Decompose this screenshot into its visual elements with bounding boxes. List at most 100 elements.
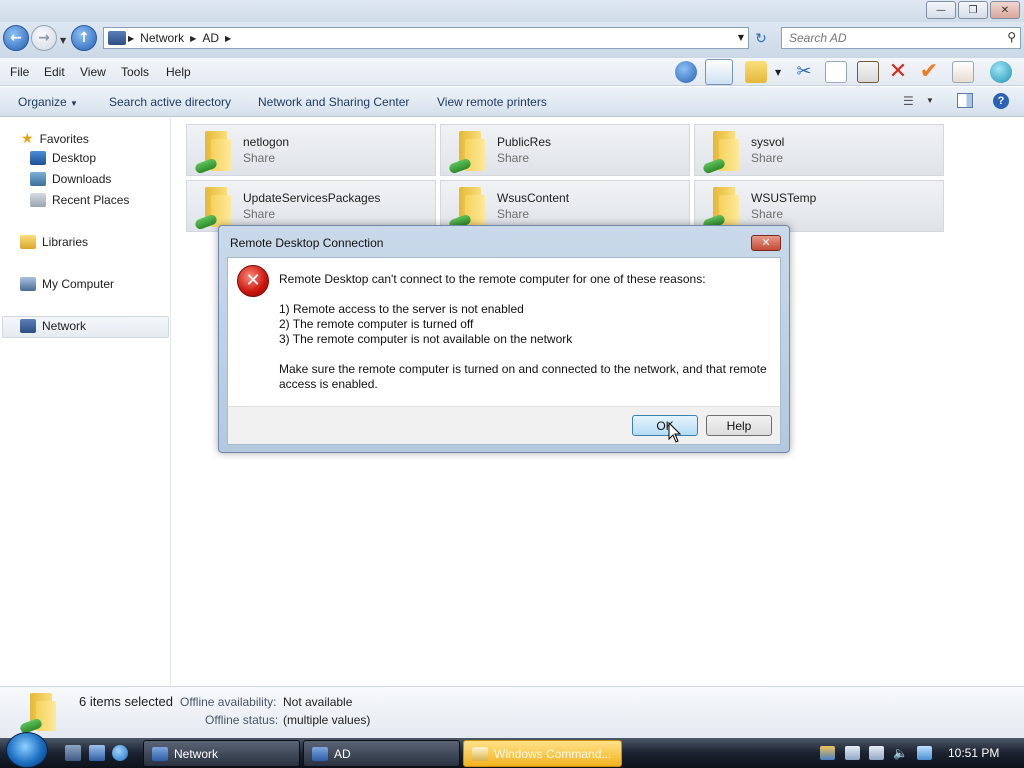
clock[interactable]: 10:51 PM bbox=[948, 746, 999, 760]
copy-icon[interactable] bbox=[825, 61, 847, 83]
folder-check-icon[interactable] bbox=[745, 61, 767, 83]
share-name: UpdateServicesPackages bbox=[243, 191, 381, 205]
delete-icon[interactable]: ✕ bbox=[887, 61, 909, 83]
offline-status-value: (multiple values) bbox=[283, 713, 371, 727]
share-type: Share bbox=[243, 207, 276, 221]
shared-folder-icon bbox=[193, 131, 233, 175]
caption-buttons: — ❐ ✕ bbox=[926, 1, 1020, 19]
nav-recent-places[interactable]: Recent Places bbox=[30, 193, 129, 207]
nav-favorites[interactable]: ★ Favorites bbox=[21, 130, 89, 147]
breadcrumb-network[interactable]: Network bbox=[140, 31, 184, 45]
tray-network-icon[interactable] bbox=[845, 746, 860, 760]
cut-icon[interactable]: ✂ bbox=[793, 61, 815, 83]
paste-icon[interactable] bbox=[857, 61, 879, 83]
search-box[interactable]: ⚲ bbox=[781, 27, 1021, 49]
up-arrow-icon[interactable] bbox=[675, 61, 697, 83]
navigation-pane: ★ Favorites Desktop Downloads Recent Pla… bbox=[0, 118, 171, 686]
help-button[interactable]: Help bbox=[706, 415, 772, 436]
share-tile[interactable]: PublicRes Share bbox=[440, 124, 690, 176]
tray-display-icon[interactable] bbox=[869, 746, 884, 760]
switch-windows-icon[interactable] bbox=[89, 745, 105, 761]
search-ad-button[interactable]: Search active directory bbox=[109, 95, 231, 109]
dialog-close-button[interactable]: ✕ bbox=[751, 235, 781, 251]
nav-downloads[interactable]: Downloads bbox=[30, 172, 111, 186]
share-tile[interactable]: netlogon Share bbox=[186, 124, 436, 176]
menu-file[interactable]: File bbox=[10, 65, 29, 79]
taskbar-command[interactable]: Windows Command... bbox=[463, 740, 622, 767]
checkmark-icon[interactable]: ✔ bbox=[918, 61, 940, 83]
taskbar-network[interactable]: Network bbox=[143, 740, 300, 767]
share-name: sysvol bbox=[751, 135, 785, 149]
tray-security-icon[interactable] bbox=[917, 746, 932, 760]
internet-explorer-icon[interactable] bbox=[112, 745, 128, 761]
preview-pane-icon[interactable] bbox=[957, 93, 973, 108]
address-dropdown-icon[interactable]: ▼ bbox=[738, 33, 744, 42]
mouse-cursor-icon bbox=[668, 422, 682, 443]
show-desktop-icon[interactable] bbox=[65, 745, 81, 761]
breadcrumb-ad[interactable]: AD bbox=[202, 31, 219, 45]
chevron-down-icon[interactable]: ▼ bbox=[926, 96, 934, 105]
history-dropdown-icon[interactable]: ▼ bbox=[60, 36, 66, 45]
taskbar-ad[interactable]: AD bbox=[303, 740, 460, 767]
ok-button[interactable]: OK bbox=[632, 415, 698, 436]
remote-printers-button[interactable]: View remote printers bbox=[437, 95, 547, 109]
recent-places-icon bbox=[30, 193, 46, 207]
search-input[interactable] bbox=[782, 28, 982, 48]
menu-edit[interactable]: Edit bbox=[44, 65, 65, 79]
nav-my-computer[interactable]: My Computer bbox=[20, 277, 114, 291]
network-icon bbox=[108, 31, 126, 45]
tray-update-icon[interactable] bbox=[820, 746, 835, 760]
chevron-right-icon[interactable]: ▶ bbox=[225, 34, 231, 43]
forward-button[interactable]: → bbox=[31, 25, 57, 51]
volume-icon[interactable]: 🔈 bbox=[893, 746, 908, 760]
restore-button[interactable]: ❐ bbox=[958, 1, 988, 19]
nav-desktop[interactable]: Desktop bbox=[30, 151, 96, 165]
network-center-button[interactable]: Network and Sharing Center bbox=[258, 95, 409, 109]
network-icon bbox=[312, 746, 328, 761]
nav-recent-label: Recent Places bbox=[52, 193, 130, 207]
nav-libraries[interactable]: Libraries bbox=[20, 235, 88, 249]
address-bar[interactable]: ▶ Network ▶ AD ▶ ▼ bbox=[103, 27, 749, 49]
shared-folder-icon bbox=[701, 187, 741, 231]
preview-pane-icon[interactable] bbox=[705, 59, 733, 85]
error-intro: Remote Desktop can't connect to the remo… bbox=[279, 272, 706, 286]
chevron-down-icon: ▼ bbox=[70, 99, 78, 108]
refresh-icon[interactable]: ↻ bbox=[752, 30, 770, 48]
nav-network[interactable]: Network bbox=[20, 319, 86, 333]
nav-desktop-label: Desktop bbox=[52, 151, 97, 165]
nav-computer-label: My Computer bbox=[42, 277, 115, 291]
nav-downloads-label: Downloads bbox=[52, 172, 112, 186]
share-type: Share bbox=[497, 151, 530, 165]
share-tile[interactable]: sysvol Share bbox=[694, 124, 944, 176]
nav-libraries-label: Libraries bbox=[42, 235, 89, 249]
nav-favorites-label: Favorites bbox=[39, 131, 89, 146]
chevron-right-icon[interactable]: ▶ bbox=[190, 34, 196, 43]
help-icon[interactable]: ? bbox=[993, 93, 1009, 109]
network-icon bbox=[20, 319, 36, 333]
globe-icon[interactable] bbox=[990, 61, 1012, 83]
reason-1: 1) Remote access to the server is not en… bbox=[279, 302, 524, 316]
close-window-button[interactable]: ✕ bbox=[990, 1, 1020, 19]
libraries-icon bbox=[20, 235, 36, 249]
back-button[interactable]: ← bbox=[3, 25, 29, 51]
offline-status-label: Offline status: bbox=[205, 713, 279, 727]
shared-folder-icon bbox=[447, 131, 487, 175]
search-icon[interactable]: ⚲ bbox=[1007, 30, 1016, 44]
up-button[interactable]: ↑ bbox=[71, 25, 97, 51]
chevron-down-icon[interactable]: ▼ bbox=[775, 68, 785, 78]
share-name: WsusContent bbox=[497, 191, 570, 205]
organize-button[interactable]: Organize ▼ bbox=[18, 95, 78, 109]
star-icon: ★ bbox=[21, 130, 34, 146]
advice-text: Make sure the remote computer is turned … bbox=[279, 362, 767, 376]
share-name: netlogon bbox=[243, 135, 290, 149]
shared-folder-icon bbox=[18, 691, 62, 735]
start-button[interactable] bbox=[6, 732, 48, 768]
mail-icon[interactable] bbox=[952, 61, 974, 83]
minimize-button[interactable]: — bbox=[926, 1, 956, 19]
menu-view[interactable]: View bbox=[80, 65, 106, 79]
chevron-right-icon[interactable]: ▶ bbox=[128, 34, 134, 43]
menu-tools[interactable]: Tools bbox=[121, 65, 149, 79]
views-icon[interactable]: ☰ bbox=[903, 94, 914, 108]
menu-help[interactable]: Help bbox=[166, 65, 191, 79]
reason-2: 2) The remote computer is turned off bbox=[279, 317, 474, 331]
